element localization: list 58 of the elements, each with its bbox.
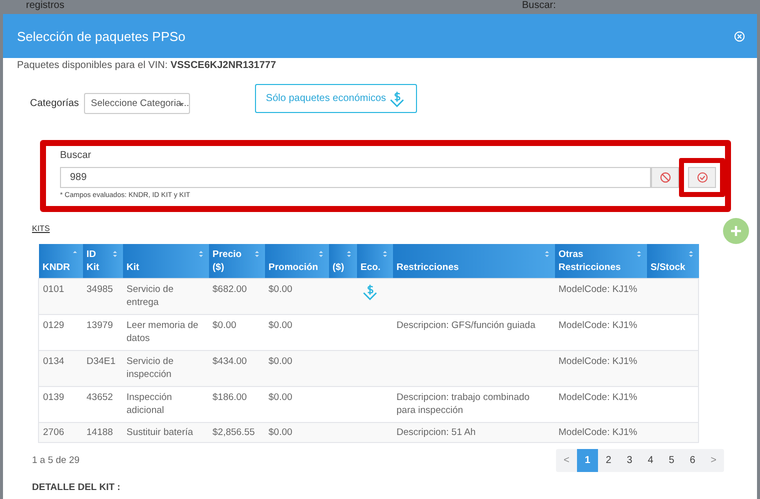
kits-link[interactable]: KITS [32, 224, 50, 233]
page-button[interactable]: 5 [661, 449, 682, 472]
next-page-button[interactable]: > [703, 449, 724, 472]
check-icon [696, 172, 708, 183]
table-cell: 0101 [38, 278, 82, 314]
column-header[interactable]: Restricciones [392, 244, 554, 278]
table-cell: ModelCode: KJ1% [554, 422, 646, 442]
page-button[interactable]: 4 [640, 449, 661, 472]
modal-title: Selección de paquetes PPSo [17, 28, 186, 44]
search-label: Buscar [60, 150, 92, 162]
table-cell: Sustituir batería [122, 422, 208, 442]
table-cell: $2,856.55 [208, 422, 264, 442]
table-cell: ModelCode: KJ1% [554, 278, 646, 314]
dollar-icon [388, 90, 406, 108]
economy-filter-button[interactable]: Sólo paquetes económicos [254, 84, 417, 113]
table-cell: ModelCode: KJ1% [554, 350, 646, 386]
categories-dropdown[interactable]: Seleccione Categoria... [84, 93, 190, 114]
column-header[interactable]: ($) [328, 244, 356, 278]
column-header[interactable]: Promoción [264, 244, 328, 278]
page-button[interactable]: 6 [682, 449, 703, 472]
previous-page-button[interactable]: < [556, 449, 577, 472]
table-cell: $0.00 [264, 278, 328, 314]
column-header[interactable]: ID Kit [82, 244, 122, 278]
table-cell: Servicio de entrega [122, 278, 208, 314]
table-cell: Servicio de inspección [122, 350, 208, 386]
column-header[interactable]: Otras Restricciones [554, 244, 646, 278]
table-cell: $0.00 [264, 422, 328, 442]
column-header[interactable]: Precio ($) [208, 244, 264, 278]
table-cell: Descripcion: 51 Ah [396, 427, 476, 438]
table-cell: $434.00 [208, 350, 264, 386]
categories-label: Categorías [30, 98, 79, 109]
table-cell: 2706 [38, 422, 82, 442]
backdrop-text: registros [26, 0, 64, 12]
table-cell: 34985 [82, 278, 122, 314]
confirm-button[interactable] [688, 167, 716, 188]
close-icon[interactable] [734, 30, 745, 42]
vin-text: Paquetes disponibles para el VIN: VSSCE6KJ2NR131777 [17, 60, 278, 72]
table-cell: D34E1 [82, 350, 122, 386]
clear-button[interactable] [651, 167, 679, 188]
table-cell: 14188 [82, 422, 122, 442]
page-button[interactable]: 2 [598, 449, 619, 472]
page-button[interactable]: 3 [619, 449, 640, 472]
table-cell: Descripcion: GFS/función guiada [396, 320, 536, 331]
table-cell: Descripcion: trabajo combinado para inspección [396, 392, 530, 416]
page-button[interactable]: 1 [577, 449, 598, 472]
table-cell: 0134 [38, 350, 82, 386]
column-header[interactable]: Eco. [356, 244, 392, 278]
table-cell: $682.00 [208, 278, 264, 314]
backdrop-text: Buscar: [522, 0, 556, 12]
results-summary: 1 a 5 de 29 [32, 455, 80, 466]
column-header[interactable]: Kit [122, 244, 208, 278]
column-header[interactable]: S/Stock [646, 244, 698, 278]
detail-heading: DETALLE DEL KIT : [32, 482, 122, 493]
search-field[interactable]: 989 [60, 167, 651, 188]
table-cell: $0.00 [264, 350, 328, 386]
dollar-icon [360, 283, 378, 301]
cancel-icon [660, 172, 670, 183]
column-header[interactable]: KNDR [38, 244, 82, 278]
